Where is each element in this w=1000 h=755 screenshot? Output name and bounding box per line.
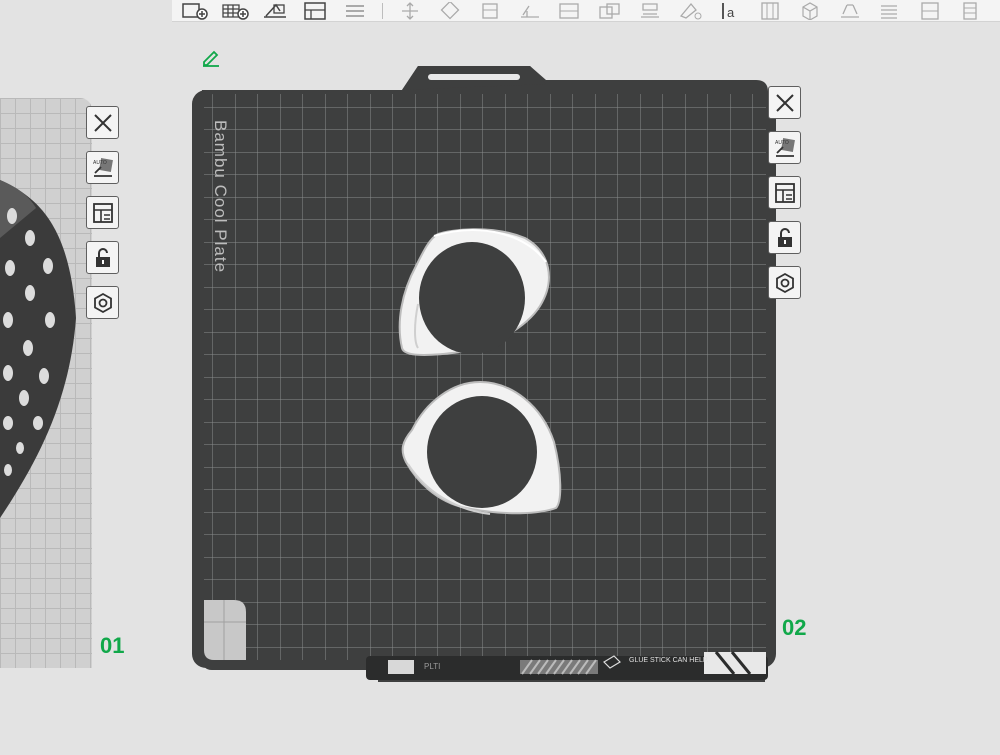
color-paint-icon[interactable]	[673, 1, 707, 21]
lock-open-icon[interactable]	[768, 221, 801, 254]
variable-layer-icon[interactable]	[873, 1, 907, 21]
rotate-icon[interactable]	[433, 1, 467, 21]
cabinet-icon[interactable]	[953, 1, 987, 21]
assembly-icon[interactable]	[553, 1, 587, 21]
top-toolbar: a	[172, 0, 1000, 22]
text-tool-icon[interactable]: a	[713, 1, 747, 21]
boolean-icon[interactable]	[833, 1, 867, 21]
plate-02-toolbar: AUTO	[768, 86, 801, 299]
plate-02-label[interactable]: 02	[782, 615, 806, 641]
close-icon[interactable]	[768, 86, 801, 119]
plate-footer-code: PLTI	[424, 662, 441, 671]
add-plate-icon[interactable]	[178, 1, 212, 21]
cube-view-icon[interactable]	[793, 1, 827, 21]
split-objects-icon[interactable]	[298, 1, 332, 21]
plate-01[interactable]	[0, 98, 92, 668]
layers-icon[interactable]	[338, 1, 372, 21]
plate-01-label[interactable]: 01	[100, 633, 124, 659]
plate-brand-text: Bambu Cool Plate	[211, 120, 230, 274]
auto-orient-plate-icon[interactable]: AUTO	[768, 131, 801, 164]
text-tool-label: a	[727, 5, 735, 20]
svg-text:AUTO: AUTO	[775, 140, 789, 146]
lock-open-icon[interactable]	[86, 241, 119, 274]
toolbar-divider	[382, 2, 383, 19]
support-paint-icon[interactable]	[633, 1, 667, 21]
auto-orient-icon[interactable]	[258, 1, 292, 21]
plate-01-toolbar: AUTO	[86, 106, 119, 319]
slice-view-icon[interactable]	[753, 1, 787, 21]
seam-icon[interactable]	[593, 1, 627, 21]
plate-footer-warning: GLUE STICK CAN HELP.	[629, 657, 709, 664]
cut-icon[interactable]	[473, 1, 507, 21]
arrange-plate-icon[interactable]	[768, 176, 801, 209]
plate-settings-icon[interactable]	[86, 286, 119, 319]
svg-text:AUTO: AUTO	[93, 160, 107, 166]
plate-02[interactable]	[190, 62, 780, 682]
plate-01-object[interactable]	[0, 98, 92, 668]
close-icon[interactable]	[86, 106, 119, 139]
bed-view-icon[interactable]	[913, 1, 947, 21]
plate-settings-icon[interactable]	[768, 266, 801, 299]
auto-arrange-grid-icon[interactable]	[218, 1, 252, 21]
arrange-plate-icon[interactable]	[86, 196, 119, 229]
auto-orient-plate-icon[interactable]: AUTO	[86, 151, 119, 184]
move-icon[interactable]	[393, 1, 427, 21]
measure-icon[interactable]	[513, 1, 547, 21]
